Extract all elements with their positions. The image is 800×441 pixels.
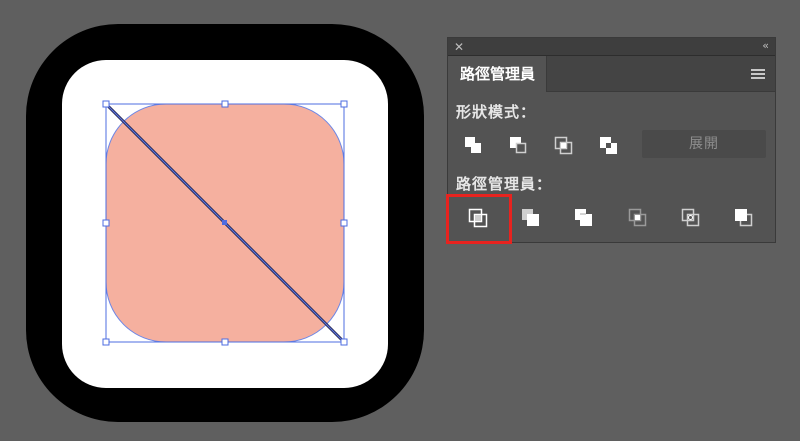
handle-top-right[interactable] <box>340 100 348 108</box>
trim-button[interactable] <box>519 206 543 230</box>
outline-icon <box>681 208 700 227</box>
handle-bottom-left[interactable] <box>102 338 110 346</box>
crop-button[interactable] <box>626 206 650 230</box>
intersect-icon <box>554 136 573 155</box>
exclude-icon <box>600 137 617 154</box>
tab-pathfinder[interactable]: 路徑管理員 <box>448 56 547 92</box>
collapse-icon[interactable]: ‹‹ <box>762 39 769 53</box>
handle-bottom-right[interactable] <box>340 338 348 346</box>
outline-button[interactable] <box>679 206 703 230</box>
minus-back-icon <box>735 209 753 227</box>
center-point <box>222 220 227 225</box>
trim-icon <box>522 209 539 226</box>
minus-back-button[interactable] <box>732 206 756 230</box>
shape-modes-label: 形狀模式： <box>456 103 537 121</box>
intersect-button[interactable] <box>552 134 576 158</box>
divide-button[interactable] <box>466 206 490 230</box>
minus-front-button[interactable] <box>507 134 531 158</box>
expand-button[interactable]: 展開 <box>642 130 766 158</box>
close-icon[interactable]: ✕ <box>454 40 464 54</box>
handle-top-left[interactable] <box>102 100 110 108</box>
handle-bottom-center[interactable] <box>221 338 229 346</box>
merge-icon <box>575 209 592 226</box>
unite-button[interactable] <box>462 134 486 158</box>
handle-top-center[interactable] <box>221 100 229 108</box>
unite-icon <box>465 137 481 153</box>
minus-front-icon <box>510 137 527 154</box>
panel-tab-strip: 路徑管理員 <box>448 56 775 92</box>
panel-menu-icon[interactable] <box>751 69 765 79</box>
pathfinders-label: 路徑管理員： <box>456 175 553 193</box>
crop-icon <box>628 208 647 227</box>
divide-icon <box>468 208 488 228</box>
merge-button[interactable] <box>572 206 596 230</box>
handle-middle-right[interactable] <box>340 219 348 227</box>
pathfinder-panel: ✕ ‹‹ 路徑管理員 形狀模式： 展開 路徑管理員： <box>447 37 776 243</box>
exclude-button[interactable] <box>597 134 621 158</box>
handle-middle-left[interactable] <box>102 219 110 227</box>
panel-title-bar[interactable]: ✕ ‹‹ <box>448 38 775 56</box>
